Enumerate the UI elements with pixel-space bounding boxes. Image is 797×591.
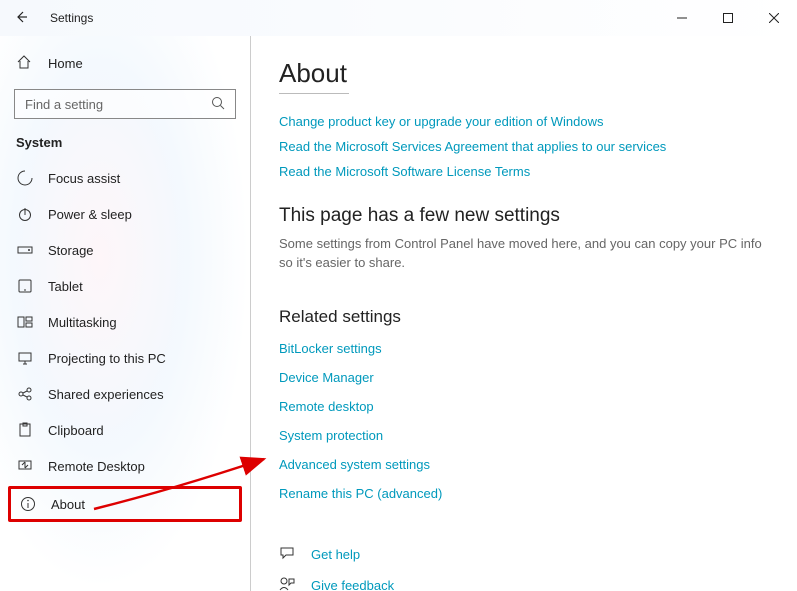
sidebar-item-projecting[interactable]: Projecting to this PC (0, 340, 250, 376)
new-settings-body: Some settings from Control Panel have mo… (279, 235, 769, 273)
sidebar-item-remote-desktop[interactable]: Remote Desktop (0, 448, 250, 484)
search-placeholder: Find a setting (25, 97, 211, 112)
link-system-protection[interactable]: System protection (279, 428, 769, 443)
sidebar-item-tablet[interactable]: Tablet (0, 268, 250, 304)
link-bitlocker[interactable]: BitLocker settings (279, 341, 769, 356)
multitasking-icon (16, 314, 34, 330)
sidebar-item-shared[interactable]: Shared experiences (0, 376, 250, 412)
title-rule (279, 93, 349, 94)
nav-list: Focus assist Power & sleep Storage Table… (0, 160, 250, 581)
link-product-key[interactable]: Change product key or upgrade your editi… (279, 114, 769, 129)
sidebar-item-label: Clipboard (48, 423, 104, 438)
link-remote-desktop[interactable]: Remote desktop (279, 399, 769, 414)
search-input[interactable]: Find a setting (14, 89, 236, 119)
sidebar-item-label: Focus assist (48, 171, 120, 186)
get-help-label: Get help (311, 547, 360, 562)
minimize-button[interactable] (659, 0, 705, 36)
help-icon (279, 545, 297, 564)
sidebar-item-home[interactable]: Home (0, 46, 250, 81)
feedback-icon (279, 576, 297, 591)
sidebar-item-focus-assist[interactable]: Focus assist (0, 160, 250, 196)
shared-icon (16, 386, 34, 402)
sidebar-item-label: Shared experiences (48, 387, 164, 402)
sidebar-item-label: Remote Desktop (48, 459, 145, 474)
sidebar-item-clipboard[interactable]: Clipboard (0, 412, 250, 448)
link-license-terms[interactable]: Read the Microsoft Software License Term… (279, 164, 769, 179)
sidebar-item-label: Tablet (48, 279, 83, 294)
sidebar-item-storage[interactable]: Storage (0, 232, 250, 268)
link-device-manager[interactable]: Device Manager (279, 370, 769, 385)
sidebar-item-about[interactable]: About (8, 486, 242, 522)
link-rename-pc[interactable]: Rename this PC (advanced) (279, 486, 769, 501)
sidebar-item-label: Storage (48, 243, 94, 258)
sidebar-item-label: About (51, 497, 85, 512)
link-advanced-system-settings[interactable]: Advanced system settings (279, 457, 769, 472)
remote-icon (16, 458, 34, 474)
get-help[interactable]: Get help (279, 545, 769, 564)
section-heading: System (0, 129, 250, 154)
tablet-icon (16, 278, 34, 294)
give-feedback[interactable]: Give feedback (279, 576, 769, 591)
power-icon (16, 206, 34, 222)
sidebar-item-label: Projecting to this PC (48, 351, 166, 366)
home-label: Home (48, 56, 83, 71)
about-icon (19, 496, 37, 512)
sidebar-item-power-sleep[interactable]: Power & sleep (0, 196, 250, 232)
sidebar-item-multitasking[interactable]: Multitasking (0, 304, 250, 340)
page-title: About (279, 58, 769, 89)
storage-icon (16, 242, 34, 258)
window-title: Settings (50, 11, 93, 25)
maximize-button[interactable] (705, 0, 751, 36)
sidebar: Home Find a setting System Focus assist … (0, 36, 250, 591)
projecting-icon (16, 350, 34, 366)
clipboard-icon (16, 422, 34, 438)
content-panel: About Change product key or upgrade your… (250, 36, 797, 591)
close-button[interactable] (751, 0, 797, 36)
back-button[interactable] (14, 10, 32, 27)
give-feedback-label: Give feedback (311, 578, 394, 591)
sidebar-item-label: Multitasking (48, 315, 117, 330)
sidebar-item-label: Power & sleep (48, 207, 132, 222)
titlebar: Settings (0, 0, 797, 36)
subheading-related: Related settings (279, 307, 769, 327)
subheading-new-settings: This page has a few new settings (279, 205, 769, 227)
home-icon (16, 54, 32, 73)
focus-icon (16, 170, 34, 186)
link-services-agreement[interactable]: Read the Microsoft Services Agreement th… (279, 139, 769, 154)
search-icon (211, 96, 225, 113)
